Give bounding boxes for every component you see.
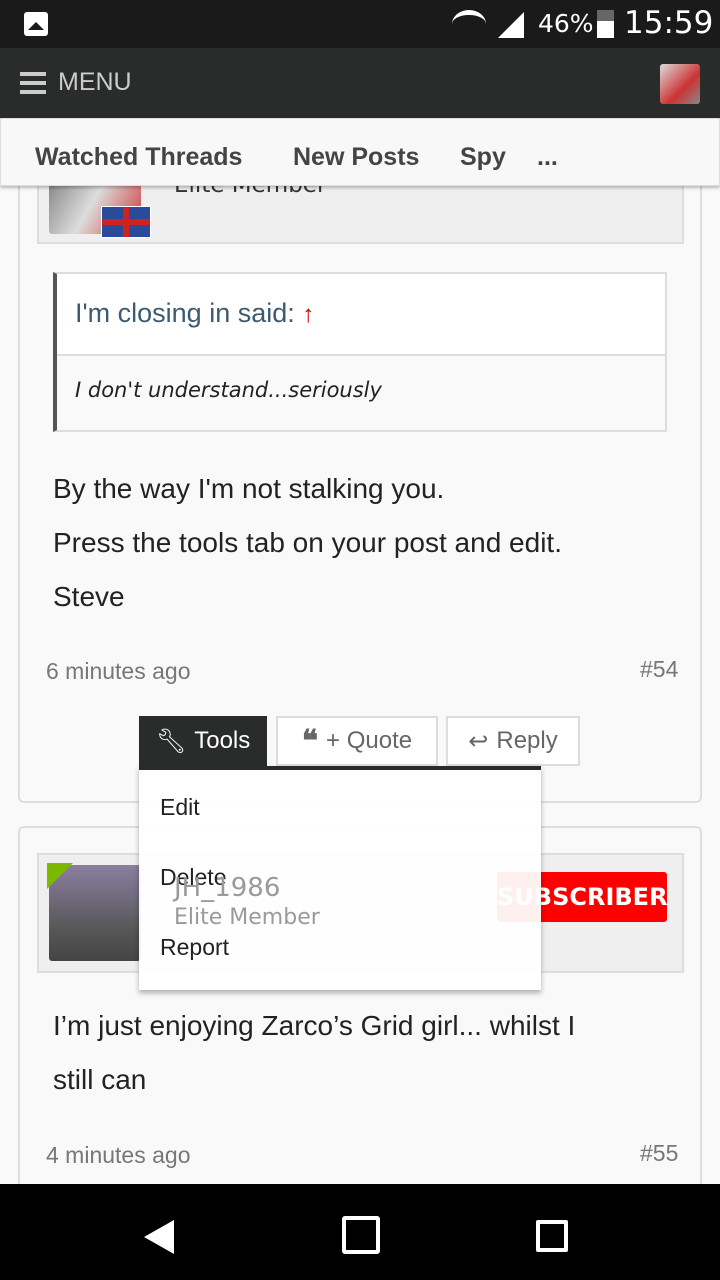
- post-number[interactable]: #54: [640, 656, 678, 683]
- wrench-icon: 🔧︎: [155, 727, 187, 755]
- post-body: By the way I'm not stalking you. Press t…: [53, 462, 562, 624]
- nav-more[interactable]: ...: [537, 143, 558, 172]
- signal-icon: [498, 12, 524, 38]
- nav-spy[interactable]: Spy: [460, 143, 506, 172]
- quote-button[interactable]: ❝ + Quote: [276, 716, 438, 766]
- post-time[interactable]: 6 minutes ago: [46, 658, 190, 685]
- clock: 15:59: [624, 5, 714, 41]
- quote-author[interactable]: I'm closing in said:: [75, 298, 295, 328]
- post-line: Steve: [53, 581, 125, 612]
- reply-button[interactable]: ↩ Reply: [446, 716, 580, 766]
- status-bar: 46% 15:59: [0, 0, 720, 48]
- nav-new-posts[interactable]: New Posts: [293, 143, 419, 172]
- home-icon[interactable]: [342, 1216, 380, 1254]
- tools-button[interactable]: 🔧︎ Tools: [139, 716, 267, 766]
- top-header: MENU: [0, 48, 720, 118]
- post-time[interactable]: 4 minutes ago: [46, 1142, 190, 1169]
- username[interactable]: JH_1986: [174, 873, 280, 903]
- battery-icon: [597, 10, 614, 38]
- jump-to-quote-arrow-icon[interactable]: ↑: [302, 301, 314, 328]
- user-title: Elite Member: [174, 905, 320, 930]
- user-avatar[interactable]: [660, 64, 700, 104]
- quote-text: I don't understand...seriously: [57, 356, 665, 430]
- post-number[interactable]: #55: [640, 1140, 678, 1167]
- menu-item-edit[interactable]: Edit: [160, 794, 200, 821]
- post-body: I’m just enjoying Zarco’s Grid girl... w…: [53, 999, 575, 1107]
- menu-button[interactable]: MENU: [20, 68, 132, 97]
- reply-icon: ↩: [468, 727, 489, 755]
- wifi-icon: [452, 10, 486, 38]
- quote-block: I'm closing in said: ↑ I don't understan…: [53, 272, 667, 432]
- nav-watched-threads[interactable]: Watched Threads: [35, 143, 242, 172]
- post-line: I’m just enjoying Zarco’s Grid girl... w…: [53, 1010, 576, 1041]
- sub-navigation: Watched Threads New Posts Spy ...: [0, 118, 720, 186]
- online-indicator: [47, 863, 73, 889]
- android-nav-bar: [0, 1184, 720, 1280]
- battery-percent: 46%: [538, 9, 594, 38]
- quote-icon: ❝: [301, 724, 319, 758]
- gallery-notification-icon: [24, 12, 48, 36]
- post-line: Press the tools tab on your post and edi…: [53, 527, 562, 558]
- menu-item-report[interactable]: Report: [160, 934, 229, 961]
- post-line: still can: [53, 1064, 147, 1095]
- uk-flag-icon: [101, 206, 151, 238]
- post-line: By the way I'm not stalking you.: [53, 473, 445, 504]
- hamburger-icon: [20, 71, 46, 94]
- back-icon[interactable]: [144, 1220, 174, 1254]
- recents-icon[interactable]: [536, 1220, 568, 1252]
